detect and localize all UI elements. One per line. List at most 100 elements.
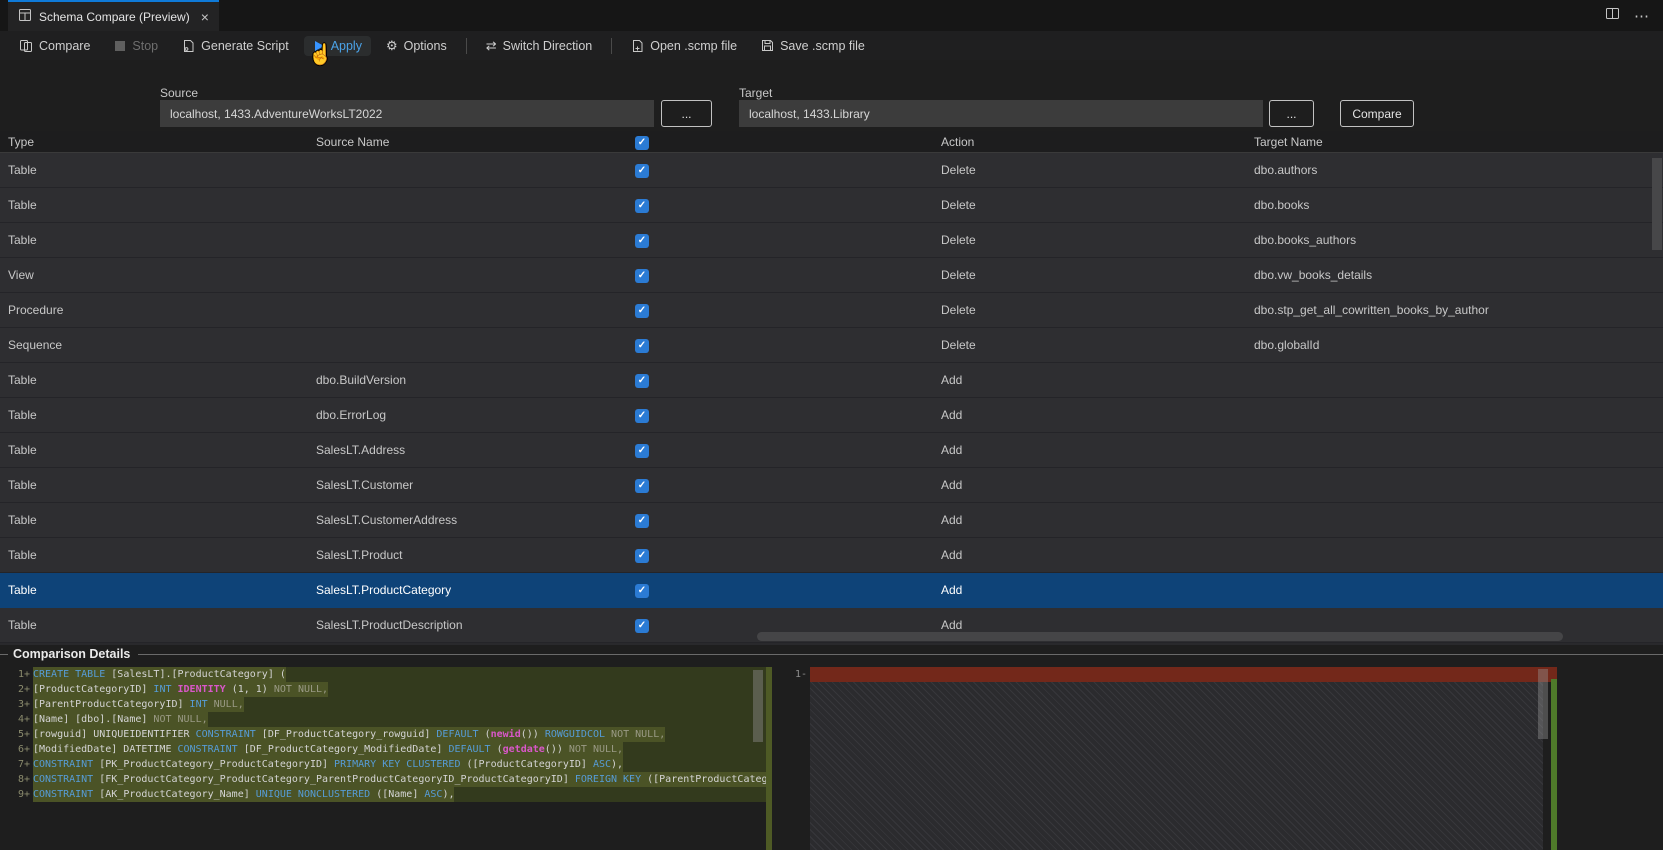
table-row[interactable]: Table SalesLT.CustomerAddress ✓ Add xyxy=(0,503,1663,538)
table-row[interactable]: Table ✓ Delete dbo.books_authors xyxy=(0,223,1663,258)
table-row[interactable]: Table ✓ Delete dbo.books xyxy=(0,188,1663,223)
grid-horizontal-scrollbar[interactable] xyxy=(757,632,1563,641)
stop-button: Stop xyxy=(105,36,167,56)
row-include-checkbox[interactable]: ✓ xyxy=(635,339,649,353)
open-scmp-button[interactable]: Open .scmp file xyxy=(622,36,746,56)
row-type: Table xyxy=(8,513,37,527)
row-include-checkbox[interactable]: ✓ xyxy=(635,514,649,528)
table-row[interactable]: Table SalesLT.ProductCategory ✓ Add xyxy=(0,573,1663,608)
row-target-name: dbo.authors xyxy=(1254,163,1318,177)
split-editor-icon[interactable] xyxy=(1605,6,1620,26)
row-include-checkbox[interactable]: ✓ xyxy=(635,374,649,388)
line-number: 6+ xyxy=(17,744,30,755)
table-row[interactable]: Table SalesLT.Customer ✓ Add xyxy=(0,468,1663,503)
code-line: 1- xyxy=(790,667,1557,682)
line-number: 1- xyxy=(794,669,807,680)
line-number: 9+ xyxy=(17,789,30,800)
comparison-details-panel: Comparison Details 1+ CREATE TABLE [Sales… xyxy=(0,645,1663,850)
diff-source-overview-ruler xyxy=(766,667,772,850)
row-include-checkbox[interactable]: ✓ xyxy=(635,269,649,283)
options-button[interactable]: ⚙ Options xyxy=(377,36,456,56)
generate-script-button[interactable]: Generate Script xyxy=(173,36,298,56)
save-scmp-button[interactable]: Save .scmp file xyxy=(752,36,874,56)
line-number: 7+ xyxy=(17,759,30,770)
source-browse-button[interactable]: ... xyxy=(661,100,712,127)
line-number: 4+ xyxy=(17,714,30,725)
table-row[interactable]: Table ✓ Delete dbo.authors xyxy=(0,153,1663,188)
source-label: Source xyxy=(160,86,199,100)
row-include-checkbox[interactable]: ✓ xyxy=(635,549,649,563)
grid-header: Type Source Name ✓ Action Target Name xyxy=(0,131,1663,153)
row-type: Table xyxy=(8,408,37,422)
row-type: Table xyxy=(8,548,37,562)
row-include-checkbox[interactable]: ✓ xyxy=(635,444,649,458)
row-include-checkbox[interactable]: ✓ xyxy=(635,479,649,493)
column-header-source-name[interactable]: Source Name xyxy=(316,135,635,149)
tab-title: Schema Compare (Preview) xyxy=(39,9,190,24)
target-input[interactable]: localhost, 1433.Library xyxy=(739,100,1263,127)
diff-target-pane[interactable]: 1- xyxy=(790,667,1557,850)
row-action: Add xyxy=(941,478,963,492)
row-type: Table xyxy=(8,233,37,247)
row-type: Table xyxy=(8,163,37,177)
row-include-checkbox[interactable]: ✓ xyxy=(635,304,649,318)
compare-toolbar-button[interactable]: Compare xyxy=(10,36,99,56)
row-include-checkbox[interactable]: ✓ xyxy=(635,164,649,178)
code-line: 1+ CREATE TABLE [SalesLT].[ProductCategor… xyxy=(14,667,772,682)
column-header-type[interactable]: Type xyxy=(0,135,316,149)
save-icon xyxy=(761,39,774,52)
column-header-action[interactable]: Action xyxy=(935,135,1248,149)
tab-bar: Schema Compare (Preview) × ⋯ xyxy=(0,0,1663,31)
line-number: 1+ xyxy=(17,669,30,680)
diff-source-pane[interactable]: 1+ CREATE TABLE [SalesLT].[ProductCategor… xyxy=(14,667,772,850)
mouse-cursor: ☝ xyxy=(308,44,333,66)
row-source-name: dbo.ErrorLog xyxy=(316,408,387,422)
row-source-name: SalesLT.Product xyxy=(316,548,403,562)
line-number: 3+ xyxy=(17,699,30,710)
row-include-checkbox[interactable]: ✓ xyxy=(635,199,649,213)
tab-schema-compare[interactable]: Schema Compare (Preview) × xyxy=(8,0,219,31)
schema-compare-icon xyxy=(18,8,32,25)
row-action: Add xyxy=(941,408,963,422)
column-header-target-name[interactable]: Target Name xyxy=(1248,135,1663,149)
table-row[interactable]: Sequence ✓ Delete dbo.globalId xyxy=(0,328,1663,363)
row-include-checkbox[interactable]: ✓ xyxy=(635,409,649,423)
more-actions-icon[interactable]: ⋯ xyxy=(1634,7,1649,25)
diff-source-scrollbar[interactable] xyxy=(753,670,763,742)
line-number: 2+ xyxy=(17,684,30,695)
switch-direction-button[interactable]: ⇄ Switch Direction xyxy=(477,36,602,56)
toolbar-separator xyxy=(465,37,467,54)
row-action: Add xyxy=(941,583,963,597)
row-type: Table xyxy=(8,583,37,597)
table-row[interactable]: Table dbo.BuildVersion ✓ Add xyxy=(0,363,1663,398)
source-input[interactable]: localhost, 1433.AdventureWorksLT2022 xyxy=(160,100,654,127)
row-action: Add xyxy=(941,373,963,387)
select-all-checkbox[interactable]: ✓ xyxy=(635,135,649,150)
compare-icon xyxy=(19,39,33,53)
diff-empty-region xyxy=(810,682,1543,850)
code-line: 8+ CONSTRAINT [FK_ProductCategory_Product… xyxy=(14,772,772,787)
row-include-checkbox[interactable]: ✓ xyxy=(635,584,649,598)
code-line: 7+ CONSTRAINT [PK_ProductCategory_Product… xyxy=(14,757,772,772)
row-action: Delete xyxy=(941,268,976,282)
row-action: Add xyxy=(941,443,963,457)
table-row[interactable]: Table SalesLT.Address ✓ Add xyxy=(0,433,1663,468)
compare-button[interactable]: Compare xyxy=(1340,100,1414,127)
row-source-name: SalesLT.Customer xyxy=(316,478,414,492)
grid-vertical-scrollbar[interactable] xyxy=(1652,158,1662,250)
diff-target-scrollbar[interactable] xyxy=(1538,669,1548,739)
close-icon[interactable]: × xyxy=(201,9,209,25)
table-row[interactable]: Table dbo.ErrorLog ✓ Add xyxy=(0,398,1663,433)
row-target-name: dbo.vw_books_details xyxy=(1254,268,1373,282)
table-row[interactable]: Table SalesLT.Product ✓ Add xyxy=(0,538,1663,573)
row-target-name: dbo.books xyxy=(1254,198,1310,212)
row-type: Table xyxy=(8,618,37,632)
schema-compare-toolbar: Compare Stop Generate Script Apply ⚙ Opt… xyxy=(0,31,1663,60)
table-row[interactable]: View ✓ Delete dbo.vw_books_details xyxy=(0,258,1663,293)
target-browse-button[interactable]: ... xyxy=(1269,100,1314,127)
table-row[interactable]: Procedure ✓ Delete dbo.stp_get_all_cowritte… xyxy=(0,293,1663,328)
gear-icon: ⚙ xyxy=(385,38,398,53)
row-type: Table xyxy=(8,443,37,457)
row-include-checkbox[interactable]: ✓ xyxy=(635,619,649,633)
row-include-checkbox[interactable]: ✓ xyxy=(635,234,649,248)
